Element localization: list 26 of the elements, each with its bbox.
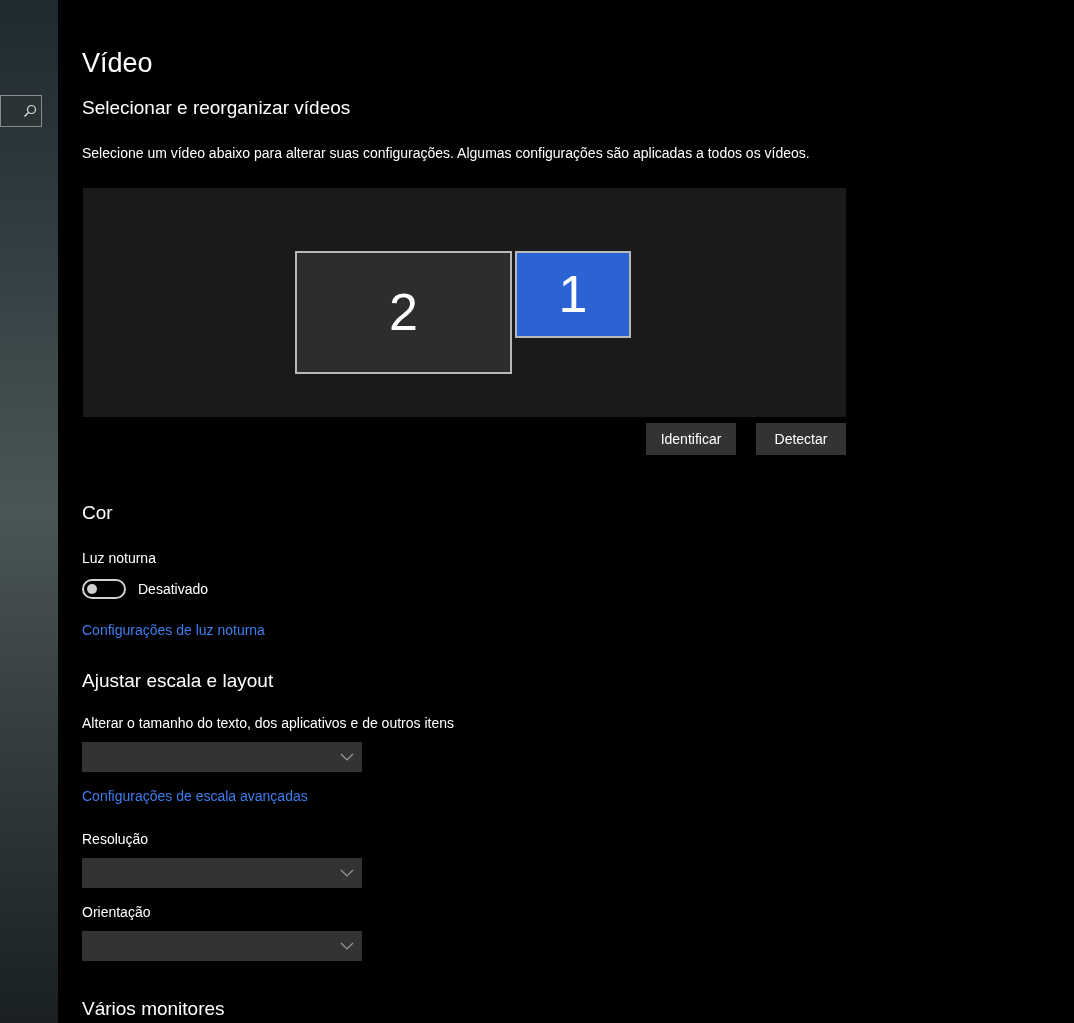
section-heading: Ajustar escala e layout bbox=[82, 669, 274, 693]
chevron-down-icon bbox=[340, 941, 354, 950]
setting-label: Alterar o tamanho do texto, dos aplicativos e de outros itens bbox=[82, 714, 454, 734]
toggle-state-text: Desativado bbox=[138, 580, 209, 599]
setting-label: Luz noturna bbox=[82, 549, 156, 568]
section-heading: Selecionar e reorganizar vídeos bbox=[82, 96, 351, 120]
description-text: Selecione um vídeo abaixo para alterar suas configurações. Algumas configurações são aplicadas a todos os vídeos. bbox=[82, 143, 810, 163]
settings-link[interactable]: Configurações de escala avançadas bbox=[82, 786, 308, 808]
dropdown[interactable] bbox=[82, 858, 362, 888]
search-icon bbox=[23, 104, 37, 118]
search-field[interactable] bbox=[0, 95, 42, 127]
settings-link[interactable]: Configurações de luz noturna bbox=[82, 620, 265, 641]
page-title: Vídeo bbox=[82, 47, 153, 80]
dropdown[interactable] bbox=[82, 930, 362, 961]
setting-label: Resolução bbox=[82, 830, 149, 850]
action-button[interactable]: Identificar bbox=[646, 423, 736, 456]
chevron-down-icon bbox=[340, 869, 354, 877]
monitor-tile[interactable]: 1 bbox=[515, 250, 631, 338]
monitor-tile[interactable]: 2 bbox=[295, 250, 512, 374]
chevron-down-icon bbox=[340, 753, 354, 762]
toggle-switch[interactable] bbox=[82, 579, 126, 600]
section-heading: Vários monitores bbox=[82, 996, 225, 1021]
action-button[interactable]: Detectar bbox=[756, 423, 846, 456]
dropdown[interactable] bbox=[82, 742, 362, 773]
section-heading: Cor bbox=[82, 501, 113, 526]
setting-label: Orientação bbox=[82, 902, 151, 922]
